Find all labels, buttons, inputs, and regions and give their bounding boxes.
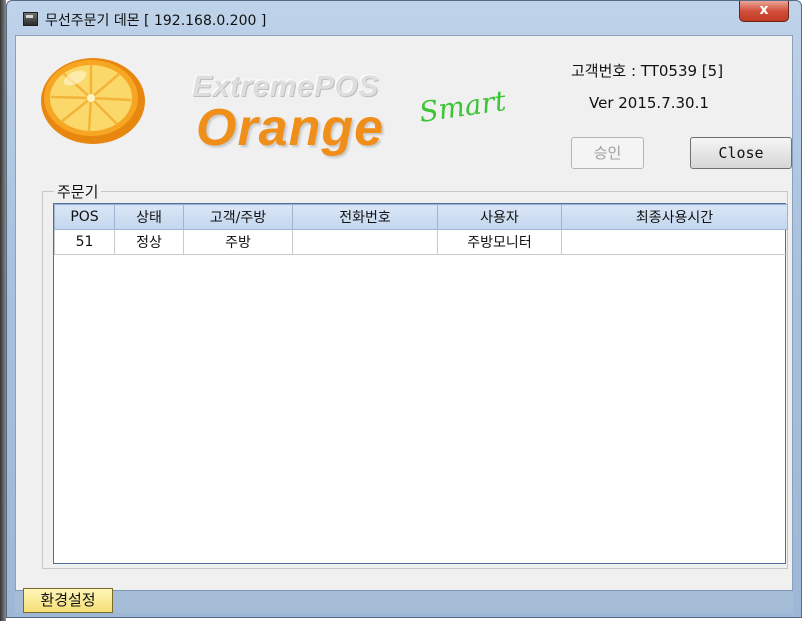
app-window: 무선주문기 데몬 [ 192.168.0.200 ] x ExtremePOS … [6,0,802,618]
cell-user: 주방모니터 [437,229,562,255]
settings-tab[interactable]: 환경설정 [23,588,113,613]
app-icon[interactable] [23,12,38,26]
cell-phone [292,229,438,255]
column-header-status[interactable]: 상태 [114,204,184,230]
column-header-pos[interactable]: POS [54,204,115,230]
client-area: ExtremePOS Orange Smart 고객번호 : TT0539 [5… [15,35,793,610]
table-row[interactable]: 51 정상 주방 주방모니터 [54,229,788,255]
column-header-last-used[interactable]: 최종사용시간 [561,204,788,230]
version-label: Ver 2015.7.30.1 [589,94,709,112]
customer-number: 고객번호 : TT0539 [5] [571,62,724,80]
title-bar[interactable]: 무선주문기 데몬 [ 192.168.0.200 ] x [7,1,801,35]
brand-orange: Orange [196,99,385,157]
cell-status: 정상 [114,229,184,255]
status-bar [15,590,793,613]
close-button[interactable]: Close [690,137,792,169]
brand-smart: Smart [417,84,508,129]
cell-type: 주방 [183,229,293,255]
column-header-type[interactable]: 고객/주방 [183,204,293,230]
group-title: 주문기 [54,181,102,202]
cell-pos: 51 [54,229,115,255]
device-table: POS 상태 고객/주방 전화번호 사용자 최종사용시간 51 정상 주방 주방… [54,204,788,255]
approve-button[interactable]: 승인 [571,137,644,169]
window-close-button[interactable]: x [739,1,789,22]
header-row: POS 상태 고객/주방 전화번호 사용자 최종사용시간 [54,204,788,230]
device-list[interactable]: POS 상태 고객/주방 전화번호 사용자 최종사용시간 51 정상 주방 주방… [53,203,788,564]
orange-logo-icon [41,58,145,144]
cell-last-used [561,229,788,255]
column-header-user[interactable]: 사용자 [437,204,562,230]
window-title: 무선주문기 데몬 [ 192.168.0.200 ] [45,13,267,29]
column-header-phone[interactable]: 전화번호 [292,204,438,230]
